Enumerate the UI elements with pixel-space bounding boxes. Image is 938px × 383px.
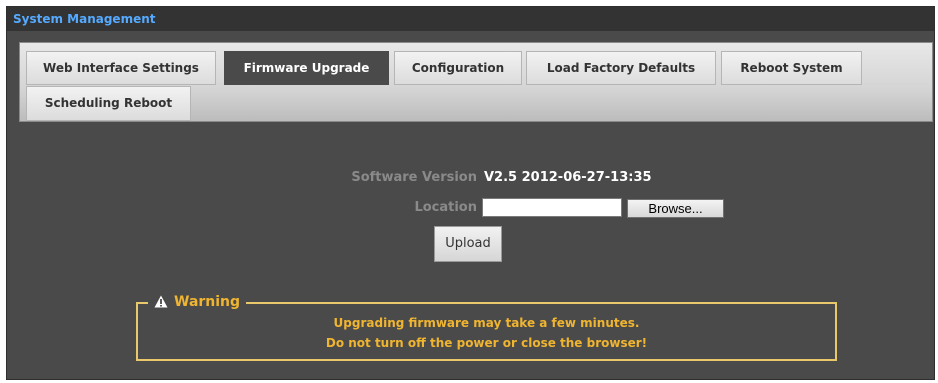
browse-button[interactable]: Browse...	[627, 199, 724, 218]
warning-triangle-icon	[154, 293, 168, 312]
upload-button[interactable]: Upload	[434, 226, 502, 262]
tab-load-factory-defaults[interactable]: Load Factory Defaults	[526, 51, 716, 85]
tab-web-interface-settings[interactable]: Web Interface Settings	[26, 51, 216, 85]
warning-box: Warning Upgrading firmware may take a fe…	[136, 293, 837, 361]
warning-title: Warning	[174, 294, 241, 310]
system-management-panel: System Management Web Interface Settings…	[6, 6, 935, 380]
tab-bar: Web Interface Settings Firmware Upgrade …	[19, 42, 933, 122]
warning-line-1: Upgrading firmware may take a few minute…	[333, 316, 640, 330]
tab-scheduling-reboot[interactable]: Scheduling Reboot	[26, 86, 191, 121]
tab-firmware-upgrade[interactable]: Firmware Upgrade	[224, 51, 389, 85]
warning-line-2: Do not turn off the power or close the b…	[325, 336, 648, 350]
location-label: Location	[414, 200, 477, 215]
tab-reboot-system[interactable]: Reboot System	[721, 51, 862, 85]
software-version-value: V2.5 2012-06-27-13:35	[484, 170, 652, 185]
firmware-upgrade-content: Software Version V2.5 2012-06-27-13:35 L…	[19, 122, 933, 380]
warning-legend: Warning	[148, 293, 247, 312]
location-file-input[interactable]	[482, 198, 622, 217]
tab-configuration[interactable]: Configuration	[394, 51, 522, 85]
software-version-label: Software Version	[351, 170, 477, 185]
panel-title: System Management	[7, 7, 934, 31]
